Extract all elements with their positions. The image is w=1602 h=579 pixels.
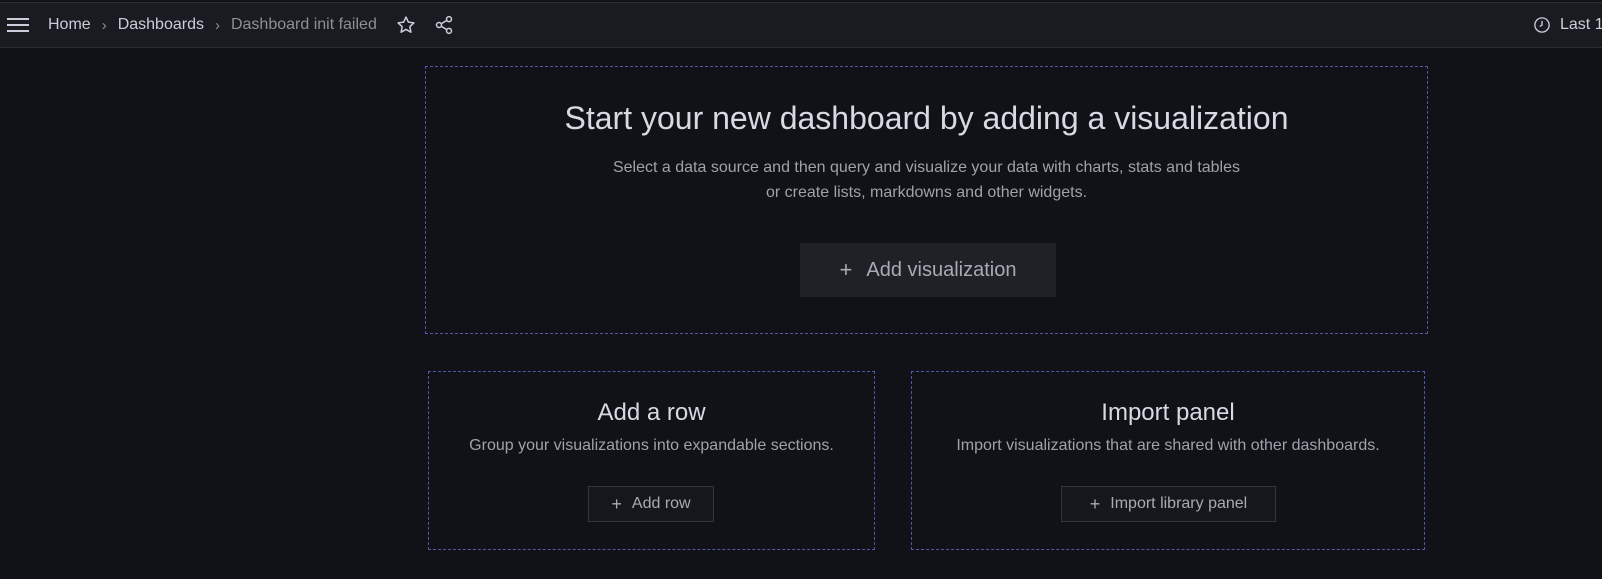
hamburger-menu-icon [7, 18, 29, 32]
empty-dashboard-title: Start your new dashboard by adding a vis… [564, 100, 1289, 136]
add-visualization-label: Add visualization [866, 258, 1017, 281]
share-icon [435, 15, 453, 35]
breadcrumb-separator: › [101, 16, 107, 34]
top-navigation-bar: Home › Dashboards › Dashboard init faile… [0, 2, 1602, 48]
breadcrumb: Home › Dashboards › Dashboard init faile… [48, 16, 377, 34]
menu-button[interactable] [0, 7, 36, 43]
plus-icon: + [611, 493, 622, 514]
star-icon [397, 16, 415, 33]
clock-icon [1534, 17, 1550, 33]
add-row-label: Add row [631, 495, 691, 512]
breadcrumb-dashboards[interactable]: Dashboards [118, 16, 204, 34]
empty-dashboard-description-line1: Select a data source and then query and … [612, 159, 1241, 176]
time-range-picker[interactable]: Last 1 [1533, 16, 1602, 34]
import-panel-card: Import panel Import visualizations that … [911, 371, 1425, 550]
import-panel-description: Import visualizations that are shared wi… [956, 437, 1380, 454]
add-row-card: Add a row Group your visualizations into… [428, 371, 875, 550]
time-range-label: Last 1 [1560, 16, 1602, 33]
plus-icon: + [839, 257, 853, 282]
empty-dashboard-card: Start your new dashboard by adding a vis… [425, 66, 1428, 334]
add-row-title: Add a row [597, 399, 706, 426]
add-row-description: Group your visualizations into expandabl… [469, 437, 834, 454]
breadcrumb-separator: › [214, 16, 220, 34]
import-panel-title: Import panel [1101, 399, 1235, 426]
import-library-panel-button[interactable]: + Import library panel [1061, 486, 1276, 522]
share-dashboard-button[interactable] [432, 13, 456, 37]
plus-icon: + [1089, 493, 1101, 514]
add-visualization-button[interactable]: + Add visualization [800, 243, 1056, 297]
breadcrumb-home[interactable]: Home [48, 16, 91, 34]
add-row-button[interactable]: + Add row [588, 486, 714, 522]
empty-dashboard-description-line2: or create lists, markdowns and other wid… [765, 184, 1088, 201]
import-library-panel-label: Import library panel [1110, 495, 1248, 512]
mark-favorite-button[interactable] [394, 13, 418, 37]
breadcrumb-current-dashboard: Dashboard init failed [230, 16, 377, 33]
empty-dashboard-description: Select a data source and then query and … [426, 155, 1427, 205]
